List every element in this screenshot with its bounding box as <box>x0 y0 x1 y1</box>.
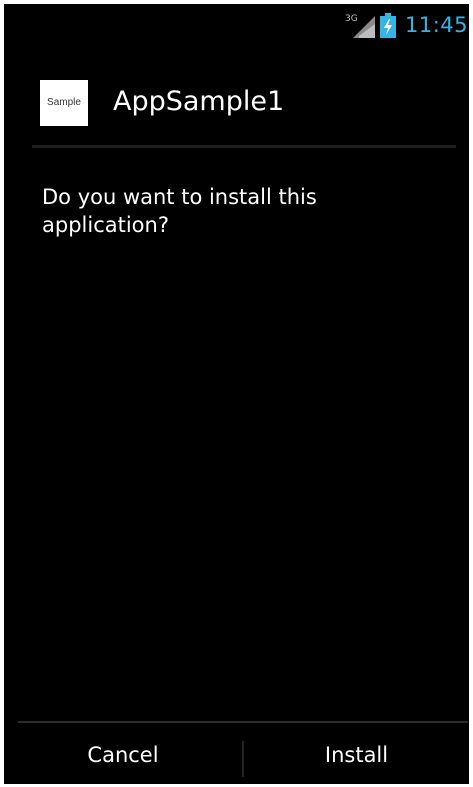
battery-charging-icon <box>380 13 396 38</box>
signal-strength-icon: 3G <box>345 14 375 38</box>
install-screen: 3G 11:45 Sample AppSample1 Do you want t… <box>4 4 469 784</box>
app-name: AppSample1 <box>113 86 285 117</box>
status-bar: 3G 11:45 <box>4 4 469 48</box>
network-type-label: 3G <box>345 14 358 24</box>
dialog-title: Sample AppSample1 <box>4 76 469 132</box>
status-clock: 11:45 <box>405 13 469 37</box>
install-button[interactable]: Install <box>244 723 469 784</box>
cancel-button[interactable]: Cancel <box>4 723 242 784</box>
button-bar: Cancel Install <box>4 723 469 784</box>
title-divider <box>32 145 456 148</box>
install-prompt-message: Do you want to install this application? <box>42 185 317 237</box>
app-icon: Sample <box>40 80 88 126</box>
